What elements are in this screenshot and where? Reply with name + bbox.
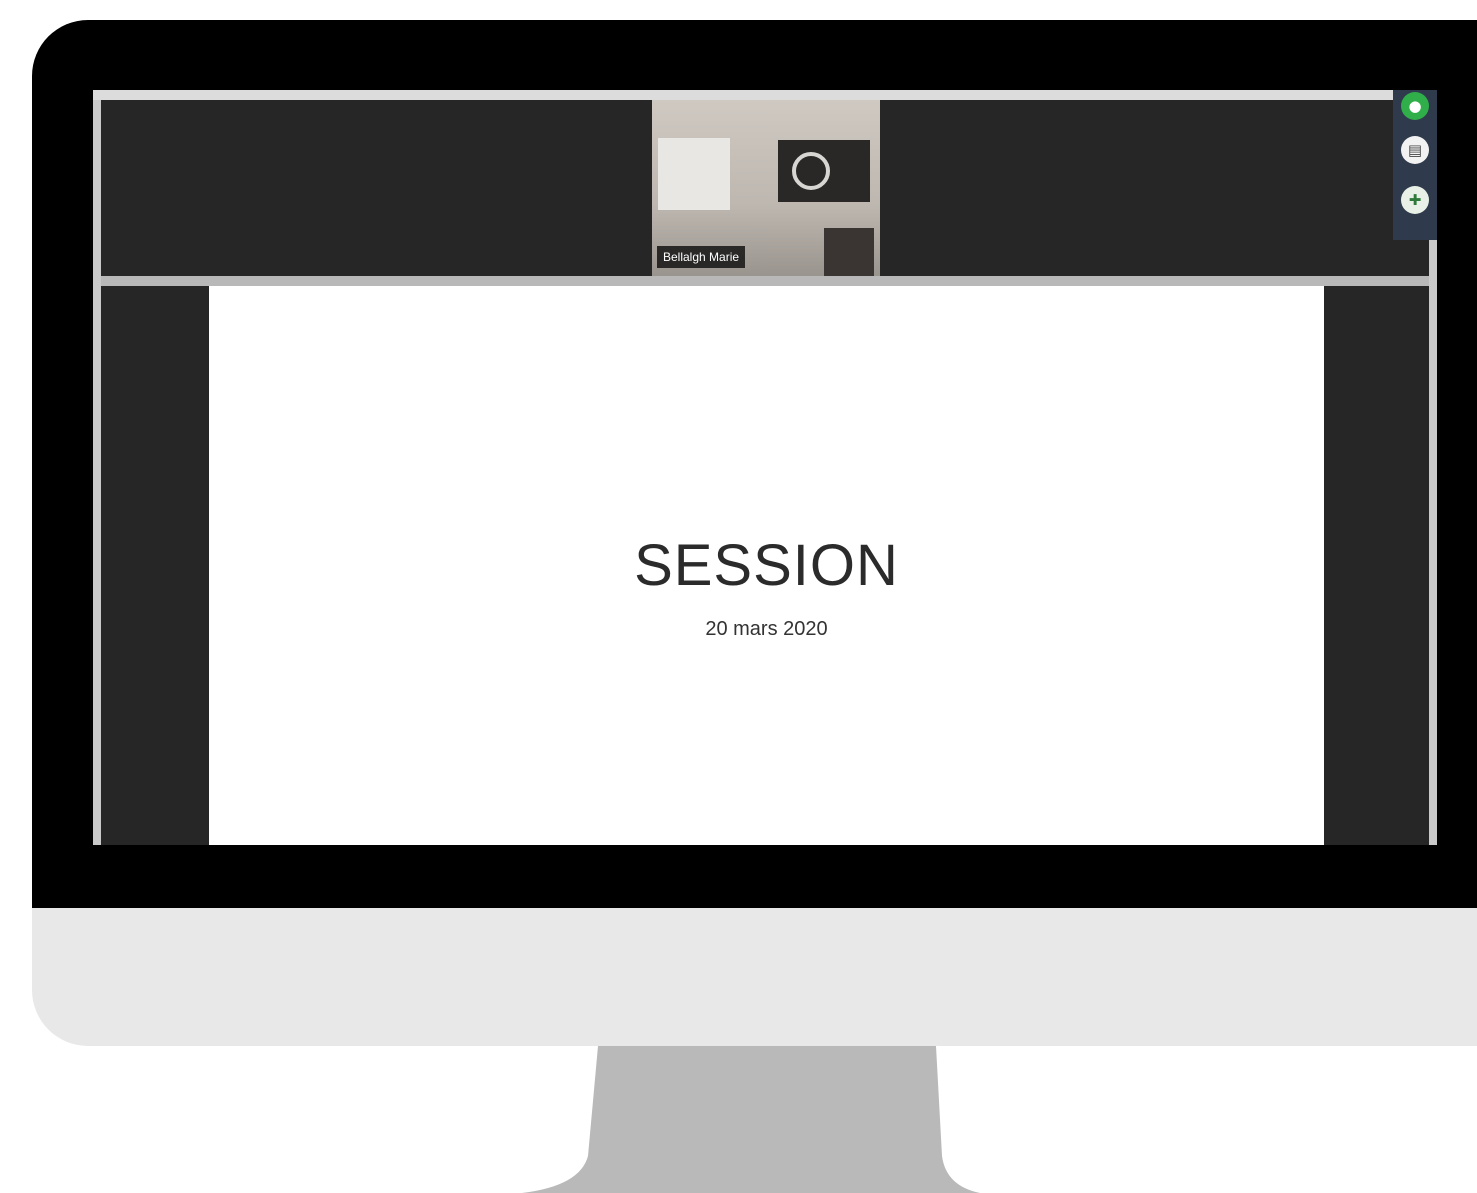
share-icon[interactable]: ✚: [1401, 186, 1429, 214]
participant-name-tag: Bellalgh Marie: [657, 246, 746, 268]
screen-share-area: SESSION 20 mars 2020: [101, 276, 1429, 845]
video-wall-frame: [824, 228, 874, 276]
presentation-slide: SESSION 20 mars 2020: [209, 286, 1324, 845]
stage: Bellalgh Marie ● ▤ ✚ SESSION 20 mars 202…: [0, 0, 1477, 1193]
microphone-icon[interactable]: ●: [1401, 92, 1429, 120]
slide-title: SESSION: [634, 533, 899, 598]
video-wall-poster: [778, 140, 870, 202]
meeting-window: Bellalgh Marie ● ▤ ✚ SESSION 20 mars 202…: [93, 90, 1437, 845]
slide-subtitle: 20 mars 2020: [705, 618, 828, 640]
poster-emblem: [792, 152, 830, 190]
monitor-chin: [32, 908, 1477, 1046]
chat-icon[interactable]: ▤: [1401, 136, 1429, 164]
participant-video-tile[interactable]: Bellalgh Marie: [652, 100, 880, 276]
monitor-stand: [522, 1046, 980, 1193]
window-top-edge: [93, 90, 1437, 100]
video-strip: Bellalgh Marie: [101, 100, 1429, 276]
side-control-bar: ● ▤ ✚: [1393, 90, 1437, 240]
share-top-bar: [101, 276, 1429, 286]
video-wall-sheet: [658, 138, 730, 210]
